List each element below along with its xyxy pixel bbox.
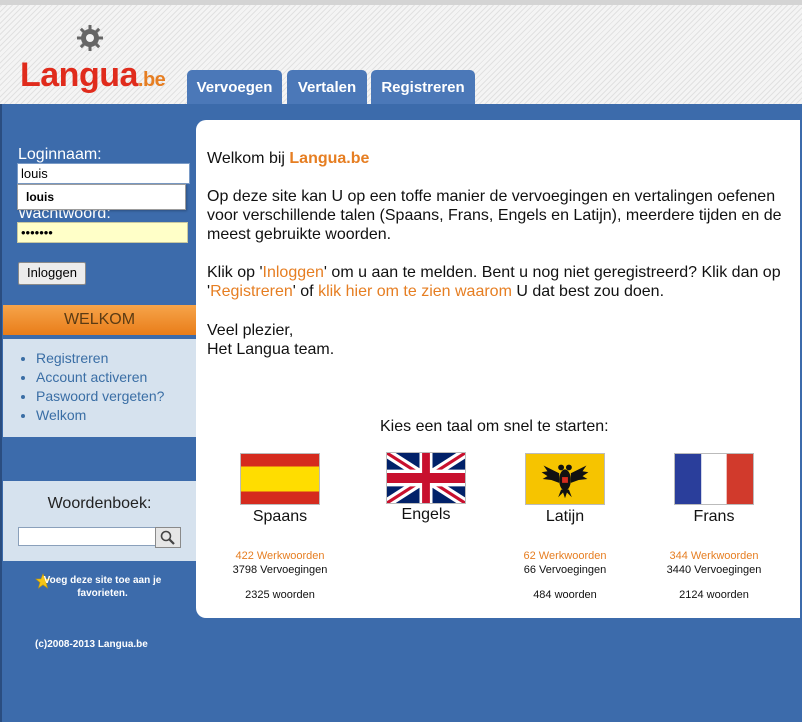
logo-tld-text: .be <box>137 69 166 91</box>
inloggen-link[interactable]: Inloggen <box>263 264 324 281</box>
latijn-werkwoorden: 62 Werkwoorden <box>523 550 607 562</box>
instr-text-a: Klik op ' <box>207 264 263 281</box>
welkom-links: Registreren Account activeren Paswoord v… <box>3 339 196 425</box>
latijn-vervoegingen: 66 Vervoegingen <box>523 564 607 576</box>
link-welkom[interactable]: Welkom <box>36 406 196 425</box>
frans-vervoegingen: 3440 Vervoegingen <box>666 564 762 576</box>
why-register-link[interactable]: klik hier om te zien waarom <box>318 283 512 300</box>
spaans-woorden: 2325 woorden <box>245 589 315 601</box>
gear-icon <box>77 25 103 51</box>
welcome-site-name: Langua.be <box>289 150 370 167</box>
frans-werkwoorden: 344 Werkwoorden <box>669 550 759 562</box>
closing-text: Veel plezier, Het Langua team. <box>207 321 797 359</box>
closing-line-1: Veel plezier, <box>207 322 294 339</box>
language-name-frans[interactable]: Frans <box>659 508 769 526</box>
spain-flag-icon[interactable] <box>240 453 320 505</box>
france-flag-icon[interactable] <box>674 453 754 505</box>
password-input[interactable] <box>17 222 188 243</box>
autocomplete-suggestion[interactable]: louis <box>18 190 54 204</box>
magnifier-icon <box>160 530 175 545</box>
closing-line-2: Het Langua team. <box>207 341 335 358</box>
choose-language-heading: Kies een taal om snel te starten: <box>380 418 609 435</box>
instr-text-c: ' of <box>292 283 319 300</box>
welcome-heading: Welkom bij Langua.be <box>207 149 369 168</box>
spaans-vervoegingen: 3798 Vervoegingen <box>232 564 328 576</box>
latijn-woorden: 484 woorden <box>533 589 597 601</box>
link-registreren[interactable]: Registreren <box>36 349 196 368</box>
latin-eagle-flag-icon[interactable] <box>525 453 605 505</box>
logo-main-text: Langua <box>20 56 138 94</box>
login-instructions: Klik op 'Inloggen' om u aan te melden. B… <box>207 263 797 301</box>
site-logo[interactable]: Langua.be <box>20 56 166 95</box>
dictionary-search-input[interactable] <box>18 527 157 546</box>
link-paswoord-vergeten[interactable]: Paswoord vergeten? <box>36 387 196 406</box>
tab-registreren[interactable]: Registreren <box>371 70 475 106</box>
welkom-links-box: Registreren Account activeren Paswoord v… <box>3 339 196 437</box>
dictionary-search-button[interactable] <box>155 527 181 548</box>
link-account-activeren[interactable]: Account activeren <box>36 368 196 387</box>
intro-paragraph: Op deze site kan U op een toffe manier d… <box>207 188 782 243</box>
autocomplete-dropdown[interactable]: louis <box>17 184 186 210</box>
uk-flag-icon[interactable] <box>386 452 466 504</box>
tab-vertalen[interactable]: Vertalen <box>287 70 367 106</box>
instr-text-d: U dat best zou doen. <box>511 283 665 300</box>
frans-woorden: 2124 woorden <box>679 589 749 601</box>
dictionary-label: Woordenboek: <box>47 495 152 512</box>
header-top-border <box>0 0 802 5</box>
tab-vervoegen[interactable]: Vervoegen <box>187 70 282 106</box>
username-label: Loginnaam: <box>18 146 102 163</box>
username-input[interactable] <box>17 163 190 184</box>
add-to-favorites-link[interactable]: Voeg deze site toe aan je favorieten. <box>35 574 170 600</box>
language-name-engels[interactable]: Engels <box>371 506 481 524</box>
spaans-werkwoorden: 422 Werkwoorden <box>235 550 325 562</box>
welkom-heading: WELKOM <box>3 305 196 335</box>
language-name-latijn[interactable]: Latijn <box>510 508 620 526</box>
left-edge <box>0 104 2 722</box>
language-name-spaans[interactable]: Spaans <box>225 508 335 526</box>
login-button[interactable]: Inloggen <box>18 262 86 285</box>
copyright-text: (c)2008-2013 Langua.be <box>35 639 148 650</box>
welcome-prefix: Welkom bij <box>207 150 290 167</box>
registreren-link[interactable]: Registreren <box>210 283 293 300</box>
